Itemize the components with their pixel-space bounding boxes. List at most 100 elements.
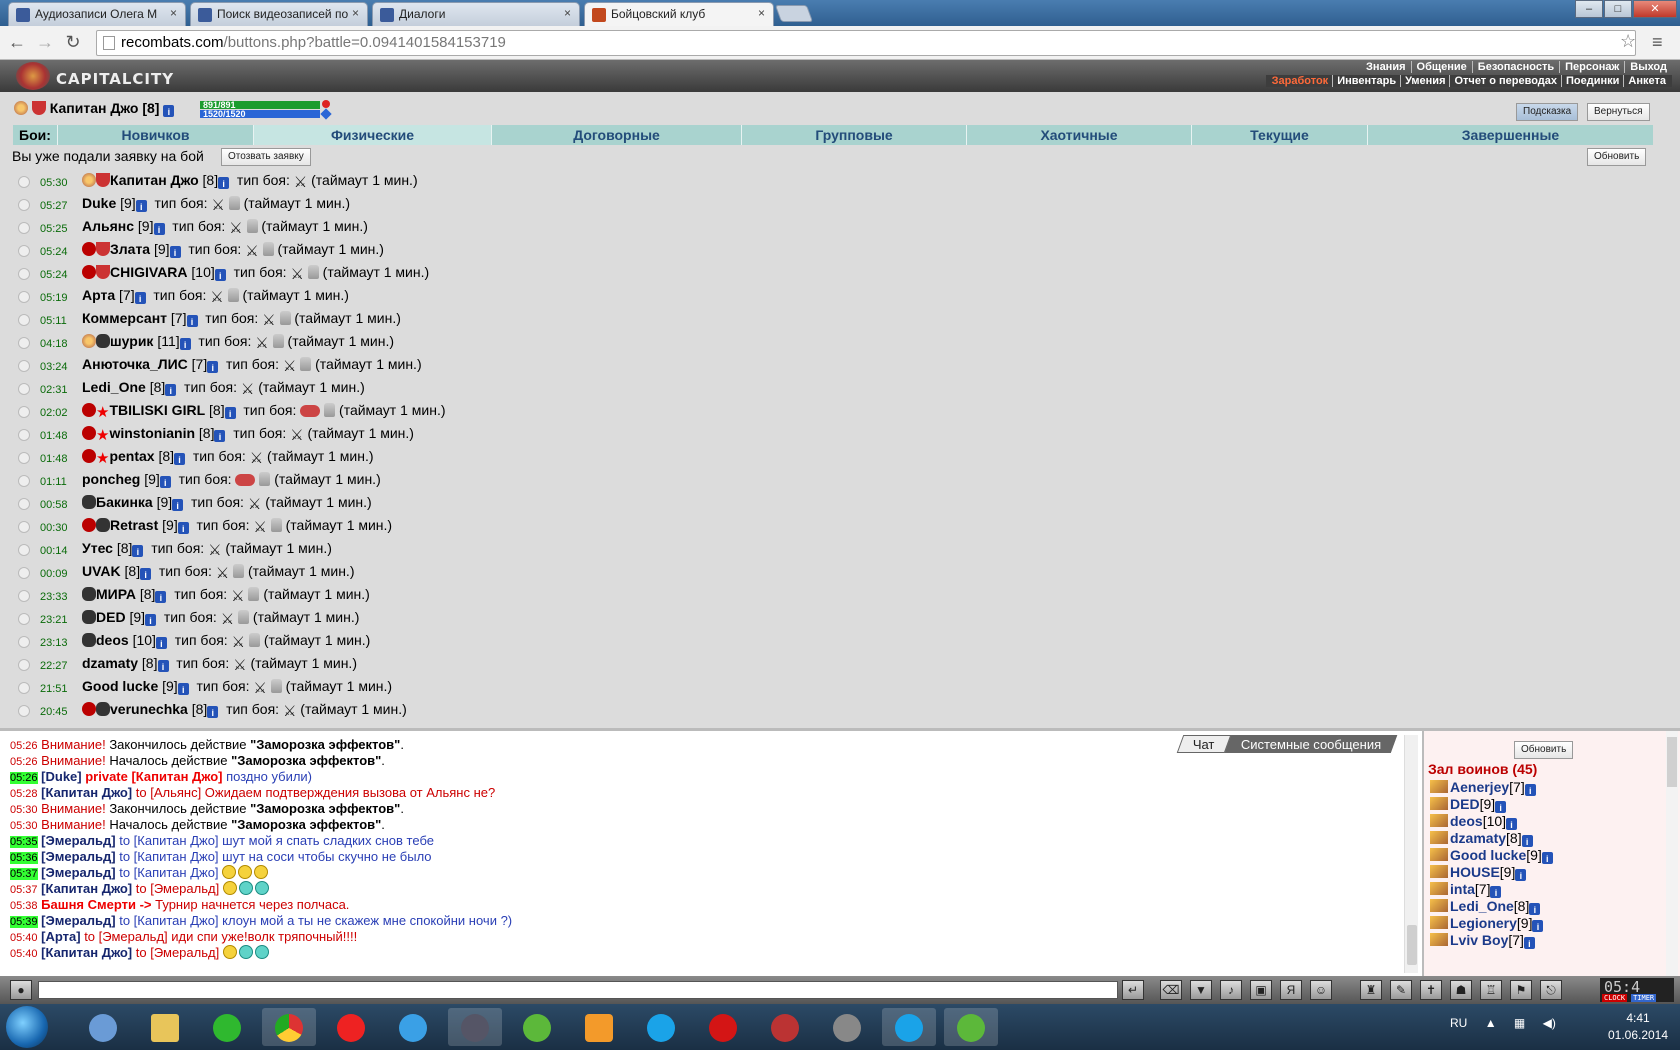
tab-group[interactable]: Групповые	[741, 125, 966, 145]
fight-select-radio[interactable]	[18, 452, 30, 464]
fight-select-radio[interactable]	[18, 521, 30, 533]
menu-icon[interactable]: ≡	[1652, 32, 1663, 53]
info-icon[interactable]: i	[145, 614, 157, 626]
nav-profile[interactable]: Анкета	[1623, 75, 1670, 87]
withdraw-application-button[interactable]: Отозвать заявку	[221, 148, 311, 166]
fortress-icon[interactable]: ♖	[1480, 980, 1502, 1000]
info-icon[interactable]: i	[179, 338, 191, 350]
fight-select-radio[interactable]	[18, 337, 30, 349]
info-icon[interactable]: i	[218, 177, 230, 189]
chat-mode-icon[interactable]: ●	[10, 980, 32, 1000]
chat-author[interactable]: [Duke]	[41, 769, 81, 784]
info-icon[interactable]: i	[159, 476, 171, 488]
fight-select-radio[interactable]	[18, 590, 30, 602]
quest-icon[interactable]: ✎	[1390, 980, 1412, 1000]
info-icon[interactable]: i	[153, 223, 165, 235]
taskbar-volume-app[interactable]	[76, 1008, 130, 1046]
user-name[interactable]: Aenerjey	[1450, 779, 1509, 795]
browser-tab-fight-club[interactable]: Бойцовский клуб ×	[584, 2, 774, 27]
info-icon[interactable]: i	[155, 637, 167, 649]
chat-recipient[interactable]: to [Капитан Джо]	[116, 865, 218, 880]
fighter-name[interactable]: TBILISKI GIRL	[109, 402, 205, 418]
fighter-name[interactable]: Злата	[110, 241, 150, 257]
tab-system-messages[interactable]: Системные сообщения	[1224, 735, 1398, 753]
user-row[interactable]: HOUSE[9] i	[1430, 864, 1527, 881]
fight-row[interactable]: 02:31 Ledi_One [8] i тип боя: ⚔ (таймаут 1…	[14, 377, 1014, 400]
info-icon[interactable]: i	[207, 706, 219, 718]
tab-physical[interactable]: Физические	[253, 125, 491, 145]
fight-row[interactable]: 05:30 Капитан Джо [8] i тип боя: ⚔ (таймау…	[14, 170, 1014, 193]
chat-scrollbar[interactable]	[1404, 735, 1418, 973]
fight-row[interactable]: 05:27 Duke [9] i тип боя: ⚔ (таймаут 1 мин…	[14, 193, 1014, 216]
smiley-icon[interactable]: ☺	[1310, 980, 1332, 1000]
info-icon[interactable]: i	[1506, 818, 1518, 830]
chat-recipient[interactable]: to [Капитан Джо]	[116, 913, 218, 928]
nav-communication[interactable]: Общение	[1410, 61, 1472, 73]
info-icon[interactable]: i	[214, 430, 226, 442]
user-name[interactable]: Lviv Boy	[1450, 932, 1508, 948]
info-icon[interactable]: i	[132, 545, 144, 557]
user-row[interactable]: Aenerjey[7] i	[1430, 779, 1536, 796]
exit-door-icon[interactable]: ⎋	[1540, 980, 1562, 1000]
new-tab-button[interactable]	[774, 5, 814, 22]
user-list-scrollbar[interactable]	[1666, 731, 1678, 979]
info-icon[interactable]: i	[174, 453, 186, 465]
capitalcity-logo[interactable]: CAPITALCITY	[14, 62, 174, 90]
maximize-button[interactable]: □	[1604, 0, 1632, 18]
tab-finished[interactable]: Завершенные	[1367, 125, 1653, 145]
bookmark-star-icon[interactable]: ☆	[1620, 31, 1636, 52]
taskbar-clock[interactable]: 4:41 01.06.2014	[1598, 1010, 1678, 1044]
fight-row[interactable]: 00:09 UVAK [8] i тип боя: ⚔ (таймаут 1 мин…	[14, 561, 1014, 584]
taskbar-media-player[interactable]	[572, 1008, 626, 1046]
minimize-button[interactable]: –	[1575, 0, 1603, 18]
fight-select-radio[interactable]	[18, 268, 30, 280]
tab-current[interactable]: Текущие	[1191, 125, 1367, 145]
fighter-name[interactable]: pentax	[109, 448, 154, 464]
user-row[interactable]: Lviv Boy[7] i	[1430, 932, 1535, 949]
info-icon[interactable]: i	[1541, 852, 1553, 864]
fight-row[interactable]: 23:13 deos [10] i тип боя: ⚔ (таймаут 1 ми…	[14, 630, 1014, 653]
nav-security[interactable]: Безопасность	[1471, 61, 1560, 73]
fight-row[interactable]: 01:48 ★pentax [8] i тип боя: ⚔ (таймаут 1 …	[14, 446, 1014, 469]
fight-select-radio[interactable]	[18, 314, 30, 326]
start-button[interactable]	[6, 1006, 48, 1048]
info-icon[interactable]: i	[214, 269, 226, 281]
chat-recipient[interactable]: to [Эмеральд]	[81, 929, 167, 944]
fight-row[interactable]: 05:24 Злата [9] i тип боя: ⚔ (таймаут 1 ми…	[14, 239, 1014, 262]
nav-skills[interactable]: Умения	[1400, 75, 1450, 87]
chat-input[interactable]	[38, 981, 1118, 999]
fighter-name[interactable]: Арта	[82, 287, 115, 303]
fight-row[interactable]: 02:02 ★TBILISKI GIRL [8] i тип боя: (тайма…	[14, 400, 1014, 423]
fighter-name[interactable]: poncheg	[82, 471, 140, 487]
chat-author[interactable]: [Эмеральд]	[41, 849, 115, 864]
fight-row[interactable]: 22:27 dzamaty [8] i тип боя: ⚔ (таймаут 1 …	[14, 653, 1014, 676]
sound-icon[interactable]: ♪	[1220, 980, 1242, 1000]
user-row[interactable]: inta[7] i	[1430, 881, 1502, 898]
tab-chaotic[interactable]: Хаотичные	[966, 125, 1191, 145]
save-icon[interactable]: ▣	[1250, 980, 1272, 1000]
fight-row[interactable]: 05:24 CHIGIVARA [10] i тип боя: ⚔ (таймаут…	[14, 262, 1014, 285]
taskbar-skype-active[interactable]	[882, 1008, 936, 1046]
fight-row[interactable]: 21:51 Good lucke [9] i тип боя: ⚔ (таймаут…	[14, 676, 1014, 699]
info-icon[interactable]: i	[224, 407, 236, 419]
bag-icon[interactable]: ♜	[1360, 980, 1382, 1000]
fighter-name[interactable]: Duke	[82, 195, 116, 211]
refresh-users-button[interactable]: Обновить	[1514, 741, 1574, 759]
fight-select-radio[interactable]	[18, 429, 30, 441]
chat-recipient[interactable]: to [Капитан Джо]	[116, 833, 218, 848]
fighter-name[interactable]: Утес	[82, 540, 113, 556]
flag-icon[interactable]: ⚑	[1510, 980, 1532, 1000]
close-icon[interactable]: ×	[170, 6, 177, 20]
fight-select-radio[interactable]	[18, 544, 30, 556]
address-bar[interactable]: recombats.com/buttons.php?battle=0.09414…	[96, 30, 1636, 56]
nav-exit[interactable]: Выход	[1624, 61, 1672, 73]
volume-icon[interactable]: ◀)	[1543, 1016, 1556, 1030]
taskbar-explorer[interactable]	[138, 1008, 192, 1046]
fight-row[interactable]: 01:48 ★winstonianin [8] i тип боя: ⚔ (тайм…	[14, 423, 1014, 446]
eraser-icon[interactable]: ⌫	[1160, 980, 1182, 1000]
fighter-name[interactable]: Retrast	[110, 517, 158, 533]
fight-select-radio[interactable]	[18, 636, 30, 648]
fight-select-radio[interactable]	[18, 383, 30, 395]
tab-novice[interactable]: Новичков	[57, 125, 253, 145]
chat-recipient[interactable]: to [Эмеральд]	[132, 945, 219, 960]
